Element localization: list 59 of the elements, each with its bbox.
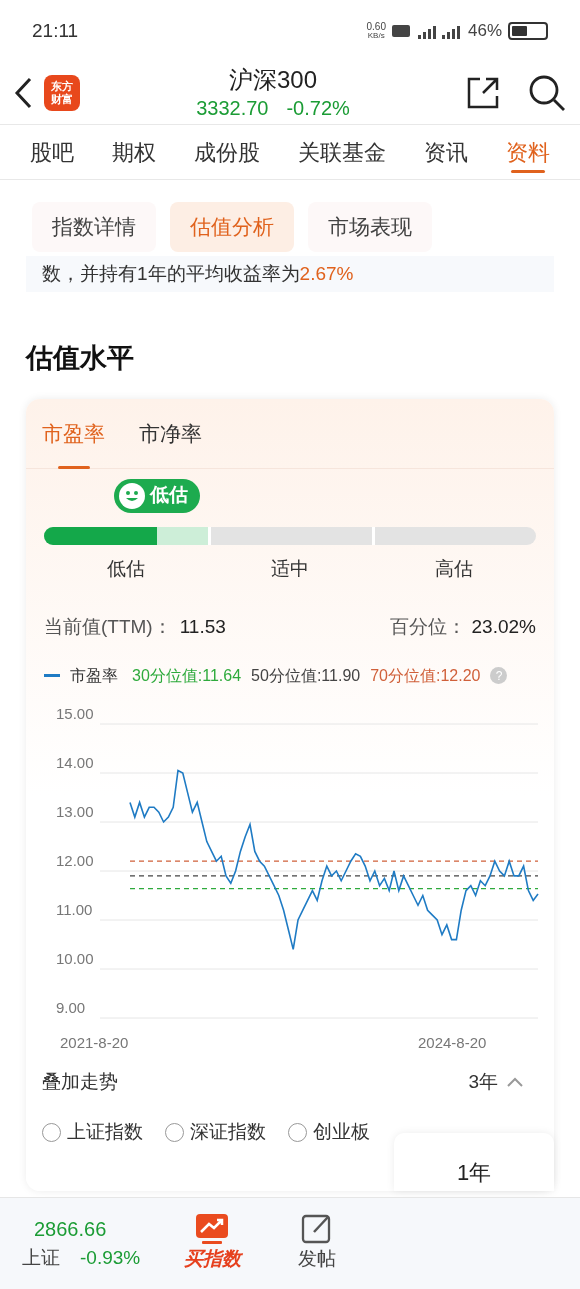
section-title: 估值水平 bbox=[26, 342, 135, 375]
percentile-label: 百分位： bbox=[389, 615, 466, 639]
signal-icon bbox=[391, 23, 462, 39]
current-value: 11.53 bbox=[179, 615, 226, 639]
bottom-index-change: -0.93% bbox=[80, 1246, 141, 1271]
tab[interactable]: 股吧 bbox=[30, 125, 74, 179]
caret-icon bbox=[506, 1075, 524, 1088]
index-price: 3332.70 bbox=[196, 96, 269, 121]
post-button[interactable]: 发帖 bbox=[282, 1213, 352, 1274]
axis-label: 2021-8-20 bbox=[60, 1033, 129, 1051]
search-icon[interactable] bbox=[528, 74, 566, 112]
axis-label: 15.00 bbox=[56, 705, 94, 722]
app-logo: 东方财富 bbox=[44, 75, 80, 111]
subtab[interactable]: 指数详情 bbox=[32, 202, 156, 252]
network-speed-unit: KB/s bbox=[367, 31, 385, 40]
axis-label: 14.00 bbox=[56, 753, 94, 771]
period-option[interactable]: 1年 bbox=[456, 1159, 492, 1187]
legend-label: 30分位值:11.64 bbox=[132, 665, 242, 686]
subtab[interactable]: 市场表现 bbox=[308, 202, 432, 252]
tab[interactable]: 成份股 bbox=[194, 125, 260, 179]
bottom-index-price: 2866.66 bbox=[34, 1217, 108, 1243]
smiley-icon bbox=[118, 481, 147, 510]
zone-label: 低估 bbox=[106, 556, 146, 581]
legend-label: 市盈率 bbox=[70, 665, 118, 686]
current-label: 当前值(TTM)： bbox=[44, 615, 172, 639]
tab[interactable]: 关联基金 bbox=[298, 125, 386, 179]
zone-label: 高估 bbox=[434, 556, 474, 581]
badge-text: 低估 bbox=[150, 483, 190, 508]
status-time: 21:11 bbox=[32, 18, 79, 43]
overlay-label: 叠加走势 bbox=[42, 1069, 118, 1094]
index-title: 沪深300 bbox=[228, 65, 317, 95]
buy-index-button[interactable]: 买指数 bbox=[172, 1213, 252, 1274]
metric-tab[interactable]: 市净率 bbox=[139, 412, 202, 469]
percentile-value: 23.02% bbox=[471, 615, 536, 639]
axis-label: 12.00 bbox=[56, 851, 94, 869]
legend-label: 70分位值:12.20 bbox=[370, 665, 481, 686]
option-label: 上证指数 bbox=[67, 1120, 143, 1144]
share-icon[interactable] bbox=[466, 76, 500, 110]
axis-label: 11.00 bbox=[56, 900, 93, 918]
tab[interactable]: 期权 bbox=[112, 125, 156, 179]
edit-icon bbox=[301, 1213, 333, 1246]
description-text: 数，并持有1年的平均收益率为2.67% bbox=[42, 262, 354, 286]
period-dropdown[interactable]: 3年 bbox=[468, 1067, 524, 1096]
trend-chart-icon bbox=[194, 1213, 230, 1246]
axis-label: 9.00 bbox=[56, 998, 86, 1016]
zone-label: 适中 bbox=[270, 556, 310, 581]
index-change: -0.72% bbox=[286, 96, 350, 121]
axis-label: 10.00 bbox=[56, 949, 94, 967]
tab[interactable]: 资讯 bbox=[424, 125, 468, 179]
option-label: 深证指数 bbox=[190, 1120, 266, 1144]
option-label: 创业板 bbox=[313, 1120, 370, 1144]
battery-icon bbox=[508, 22, 548, 40]
axis-label: 2024-8-20 bbox=[418, 1033, 487, 1051]
battery-percent: 46% bbox=[467, 20, 502, 43]
legend-label: 50分位值:11.90 bbox=[251, 665, 361, 686]
tab[interactable]: 资料 bbox=[506, 125, 550, 179]
axis-label: 13.00 bbox=[56, 802, 94, 820]
network-speed: 0.60 bbox=[366, 22, 386, 31]
bottom-index-name: 上证 bbox=[22, 1246, 60, 1271]
